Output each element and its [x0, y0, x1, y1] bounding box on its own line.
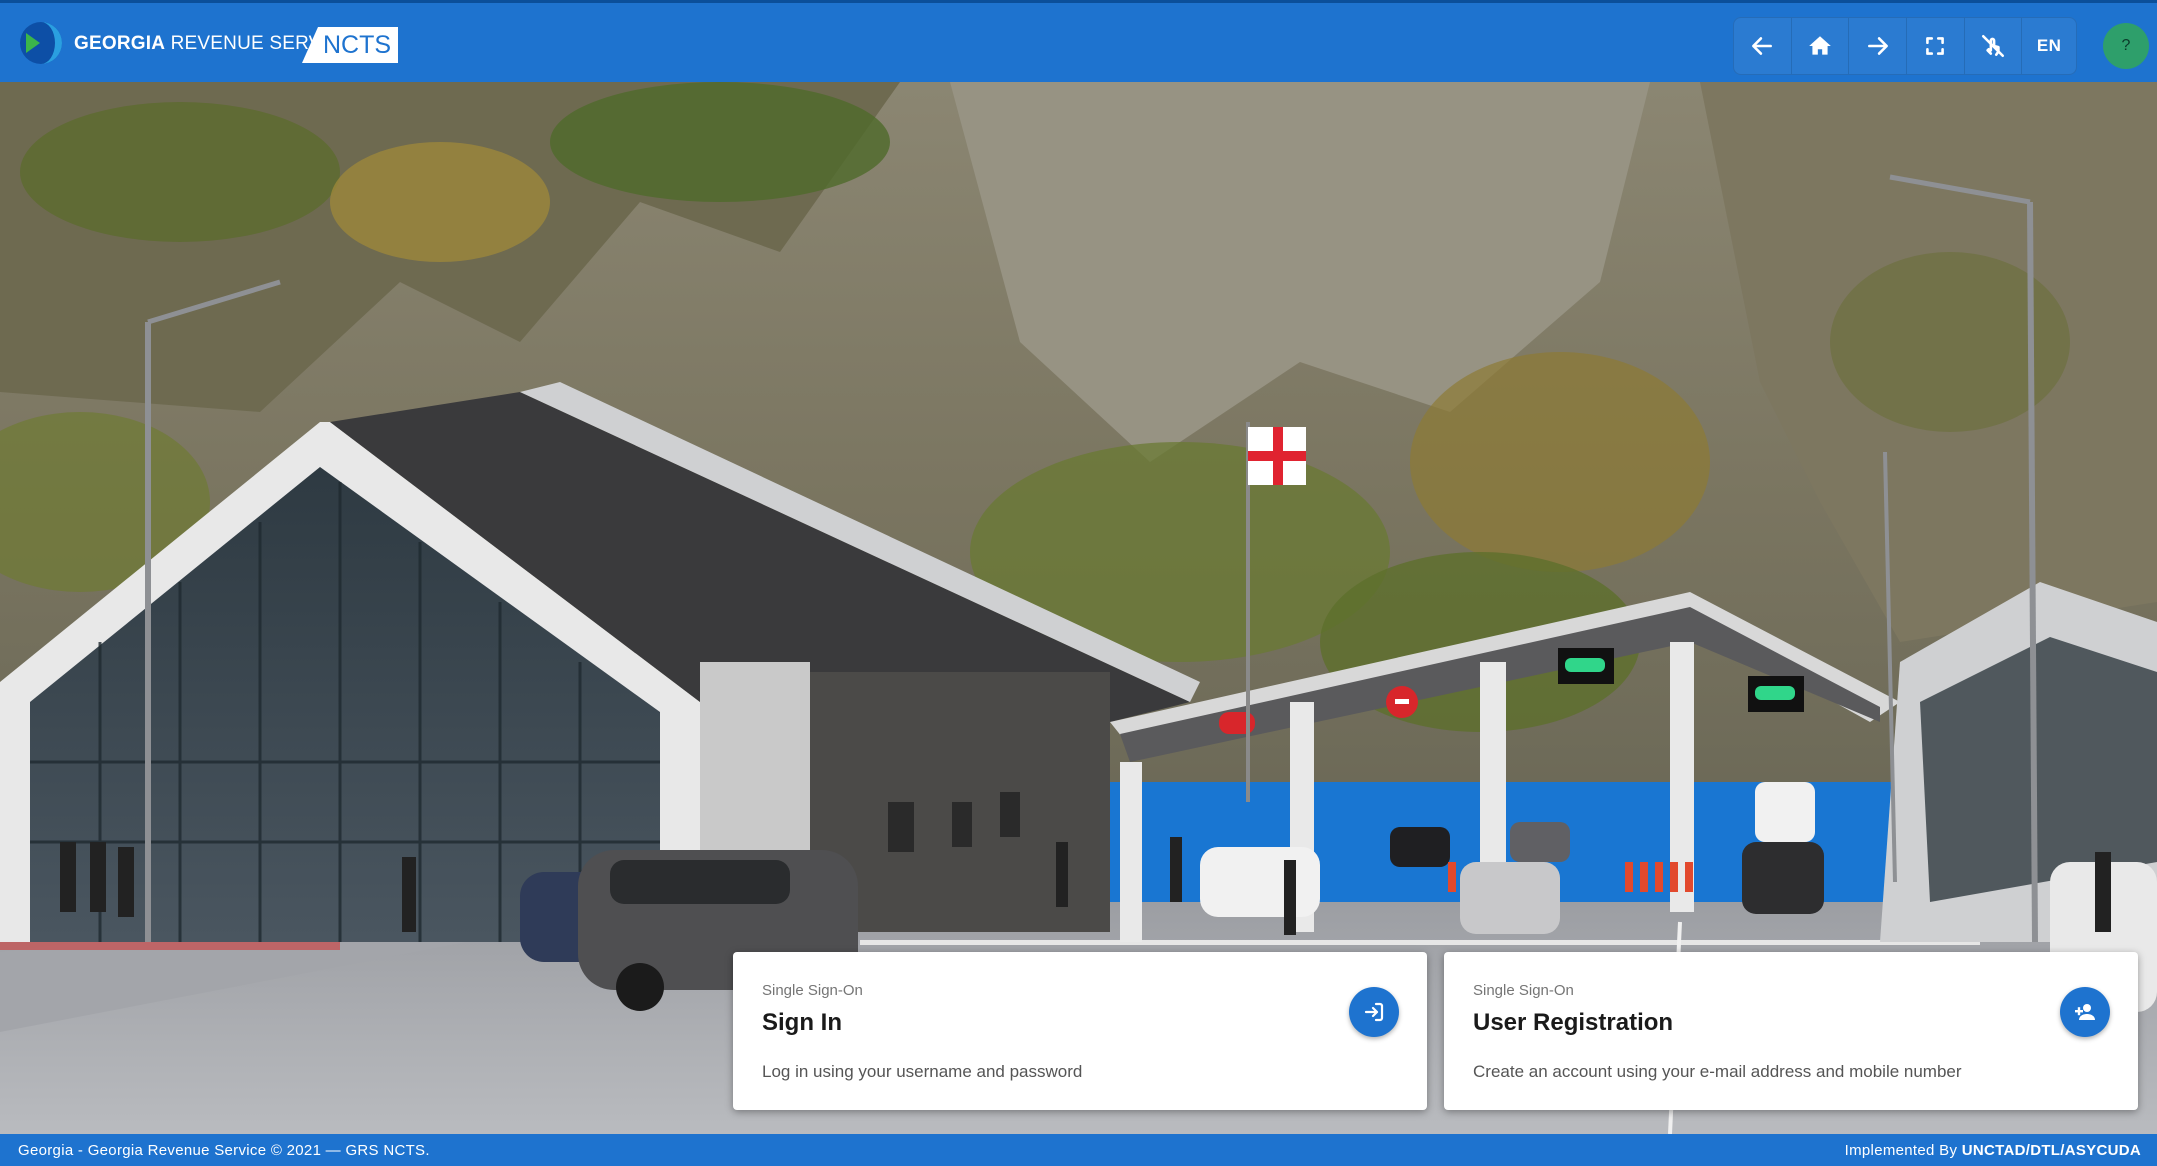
- register-button[interactable]: [2060, 987, 2110, 1037]
- user-registration-card[interactable]: Single Sign-On User Registration Create …: [1444, 952, 2138, 1110]
- brand-name-bold: GEORGIA: [74, 33, 166, 54]
- help-avatar-button[interactable]: ?: [2103, 23, 2149, 69]
- arrow-right-icon: [1867, 37, 1888, 55]
- registration-overline: Single Sign-On: [1473, 982, 1574, 999]
- language-button[interactable]: EN: [2022, 18, 2076, 74]
- arrow-left-icon: [1752, 37, 1773, 55]
- home-icon: [1809, 36, 1831, 55]
- registration-title: User Registration: [1473, 1009, 1674, 1036]
- brand-tag: NCTS: [302, 27, 398, 63]
- footer-copyright: Georgia - Georgia Revenue Service © 2021…: [18, 1142, 430, 1159]
- touch-off-icon: [1981, 34, 2005, 58]
- touch-toggle-button[interactable]: [1965, 18, 2023, 74]
- sign-in-button[interactable]: [1349, 987, 1399, 1037]
- sign-in-card[interactable]: Single Sign-On Sign In Log in using your…: [733, 952, 1427, 1110]
- footer-implemented-prefix: Implemented By: [1844, 1142, 1958, 1159]
- person-add-icon: [2075, 1004, 2095, 1020]
- app-header: GEORGIA REVENUE SERVICE NCTS EN ?: [0, 0, 2157, 82]
- footer-implemented-by: Implemented By UNCTAD/DTL/ASYCUDA: [1845, 1142, 2141, 1159]
- footer-implementer: UNCTAD/DTL/ASYCUDA: [1961, 1142, 2141, 1159]
- header-toolbar: EN: [1733, 17, 2077, 75]
- registration-description: Create an account using your e-mail addr…: [1473, 1062, 1962, 1081]
- grs-logo-icon: [20, 22, 62, 64]
- back-button[interactable]: [1734, 18, 1792, 74]
- sign-in-overline: Single Sign-On: [762, 982, 863, 999]
- fullscreen-icon: [1926, 37, 1945, 55]
- sign-in-title: Sign In: [762, 1009, 842, 1036]
- sign-in-description: Log in using your username and password: [762, 1062, 1083, 1081]
- login-icon: [1364, 1002, 1384, 1022]
- app-footer: Georgia - Georgia Revenue Service © 2021…: [0, 1134, 2157, 1166]
- forward-button[interactable]: [1849, 18, 1907, 74]
- fullscreen-button[interactable]: [1907, 18, 1965, 74]
- home-button[interactable]: [1792, 18, 1850, 74]
